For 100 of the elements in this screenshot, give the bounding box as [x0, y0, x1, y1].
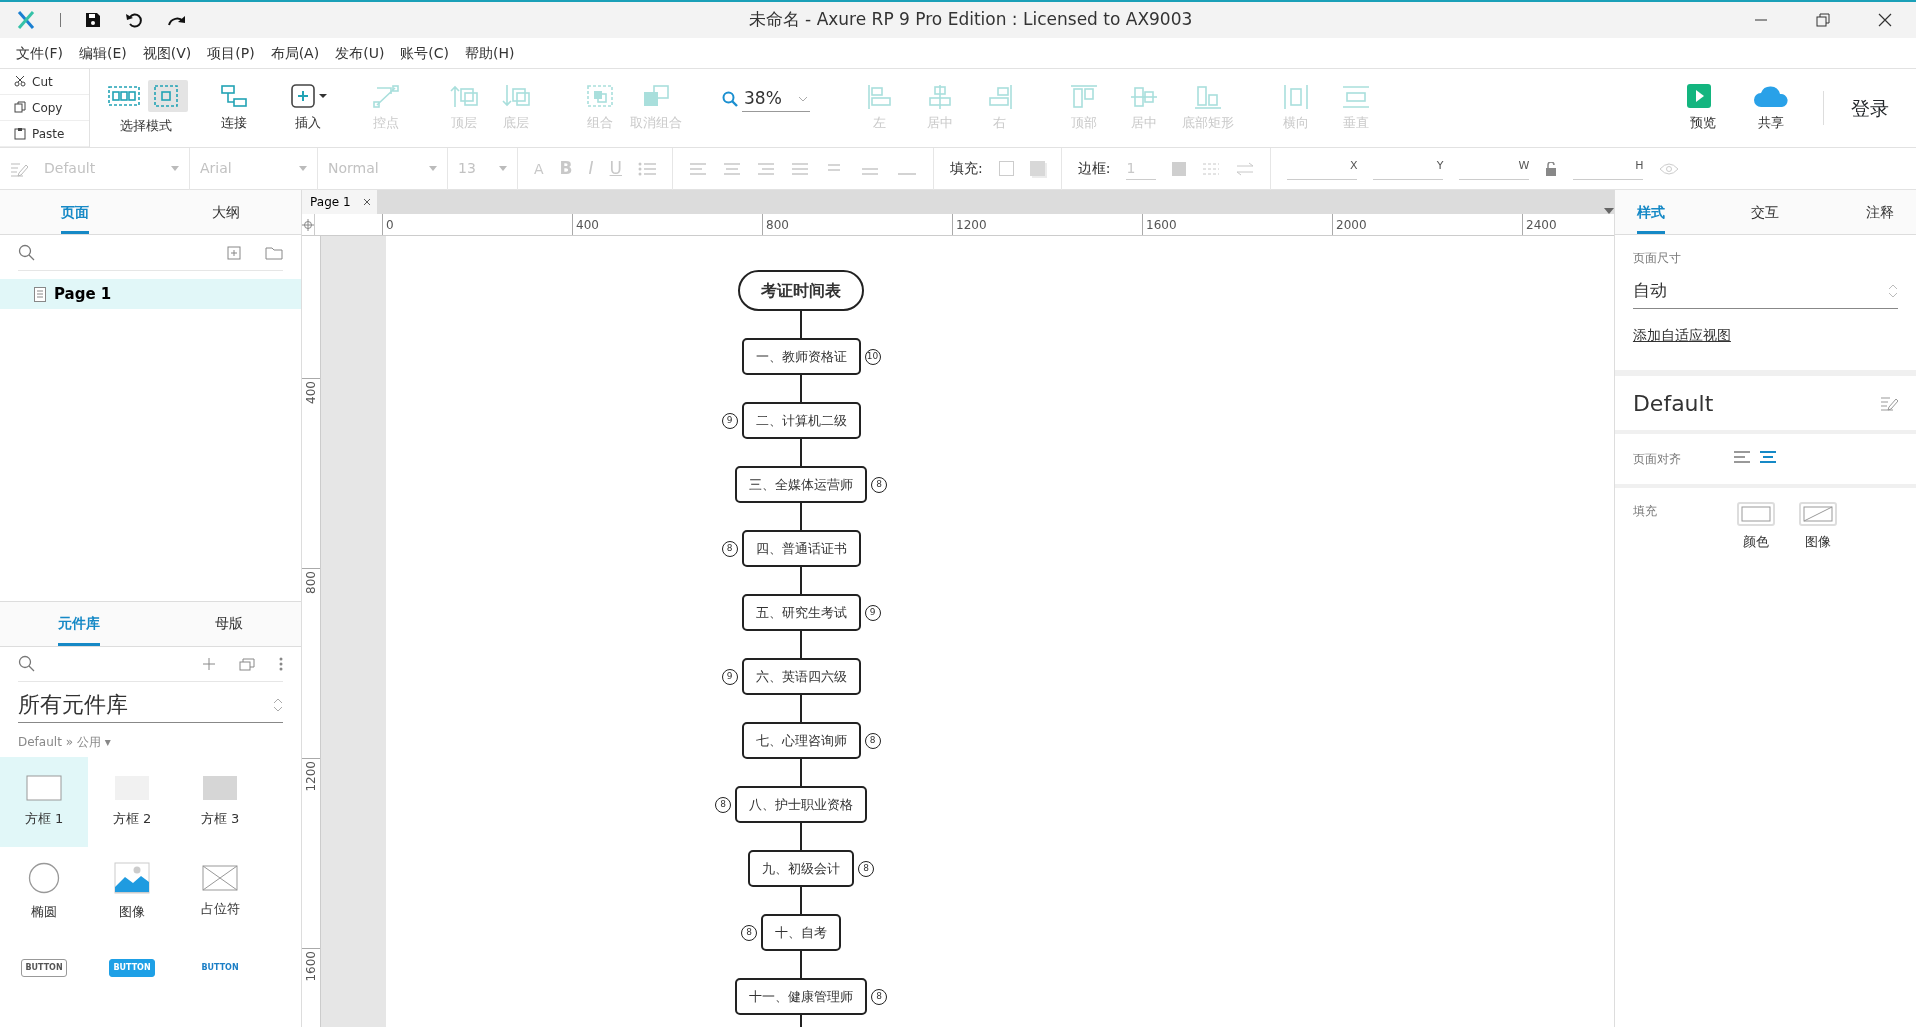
- align-center-button[interactable]: [1758, 450, 1777, 464]
- share-button[interactable]: 共享: [1749, 83, 1793, 133]
- flowchart-node: 八、护士职业资格: [735, 786, 868, 823]
- select-mode-option[interactable]: [148, 80, 188, 113]
- caret-icon: [299, 166, 307, 171]
- text-align-center-icon[interactable]: [723, 160, 741, 177]
- panel-tab[interactable]: 样式: [1618, 190, 1683, 234]
- insert-button[interactable]: 插入: [286, 83, 330, 133]
- folder-icon[interactable]: [265, 245, 284, 260]
- paste-button[interactable]: Paste: [0, 121, 89, 147]
- geometry-field[interactable]: Y: [1373, 157, 1444, 180]
- text-justify-icon[interactable]: [791, 160, 809, 177]
- widget-item[interactable]: 方框 1: [0, 757, 88, 847]
- crosshair-icon: [302, 218, 315, 231]
- flowchart-node: 一、教师资格证: [741, 338, 861, 375]
- library-dropdown[interactable]: 所有元件库: [18, 687, 284, 723]
- widget-item[interactable]: BUTTON: [0, 937, 88, 1027]
- widget-item[interactable]: BUTTON: [176, 937, 264, 1027]
- align-top-icon: [1068, 83, 1099, 110]
- fill-color-swatch[interactable]: [998, 161, 1014, 176]
- restore-icon[interactable]: [1816, 13, 1830, 27]
- cut-button[interactable]: Cut: [0, 69, 89, 95]
- menu-item[interactable]: 账号(C): [400, 42, 450, 64]
- page-icon: [34, 286, 46, 302]
- flowchart-node: 四、普通话证书: [741, 530, 861, 567]
- shadow-swatch[interactable]: [1029, 161, 1045, 176]
- border-color-swatch[interactable]: [1172, 161, 1187, 176]
- widget-item[interactable]: 椭圆: [0, 847, 88, 937]
- widget-item[interactable]: 方框 2: [88, 757, 176, 847]
- rectangle-icon: [202, 775, 238, 802]
- text-align-right-icon[interactable]: [757, 160, 775, 177]
- geometry-field[interactable]: W: [1459, 157, 1530, 180]
- search-icon[interactable]: [18, 654, 36, 673]
- ruler-label: 1600: [303, 950, 320, 982]
- menu-item[interactable]: 布局(A): [270, 42, 320, 64]
- widget-item[interactable]: 图像: [88, 847, 176, 937]
- flowchart-node: 九、初级会计: [748, 850, 855, 887]
- menu-item[interactable]: 帮助(H): [465, 42, 515, 64]
- border-label: 边框:: [1077, 159, 1111, 178]
- button-preview: BUTTON: [21, 959, 67, 977]
- fill-color-button[interactable]: 颜色: [1736, 502, 1775, 550]
- add-icon[interactable]: [203, 657, 216, 670]
- save-icon[interactable]: [85, 12, 101, 28]
- connect-button[interactable]: 连接: [212, 83, 256, 133]
- number-badge: 8: [864, 732, 881, 749]
- login-button[interactable]: 登录: [1850, 92, 1890, 124]
- menu-item[interactable]: 项目(P): [207, 42, 255, 64]
- number-badge: 8: [741, 924, 758, 941]
- add-page-icon[interactable]: [227, 245, 242, 260]
- widget-item[interactable]: 占位符: [176, 847, 264, 937]
- page-size-dropdown[interactable]: 自动: [1632, 273, 1898, 309]
- copy-button[interactable]: Copy: [0, 95, 89, 121]
- number-badge: 8: [721, 540, 738, 557]
- panel-tab[interactable]: 注释: [1848, 190, 1912, 234]
- preview-button[interactable]: 预览: [1681, 83, 1725, 133]
- button-preview: BUTTON: [109, 959, 155, 977]
- page-tab[interactable]: Page 1: [302, 190, 377, 214]
- edit-style-icon[interactable]: [1880, 395, 1898, 411]
- bullet-list-icon[interactable]: [638, 160, 656, 177]
- panel-tab[interactable]: 页面: [43, 190, 108, 234]
- panel-tab[interactable]: 母版: [197, 601, 262, 646]
- lock-icon[interactable]: [1545, 161, 1558, 176]
- panel-tab[interactable]: 元件库: [39, 601, 118, 646]
- menu-item[interactable]: 编辑(E): [79, 42, 127, 64]
- widget-item[interactable]: 方框 3: [176, 757, 264, 847]
- panel-tab[interactable]: 大纲: [193, 190, 258, 234]
- menu-item[interactable]: 视图(V): [142, 42, 192, 64]
- redo-icon[interactable]: [167, 13, 187, 27]
- connector-line: [800, 439, 803, 466]
- ruler-label: 400: [303, 380, 320, 404]
- line-style-icon[interactable]: [1202, 161, 1221, 176]
- visibility-icon[interactable]: [1659, 162, 1680, 175]
- fill-image-button[interactable]: 图像: [1798, 502, 1837, 550]
- close-icon[interactable]: [1878, 13, 1892, 27]
- dropdown-arrow-icon[interactable]: [1603, 208, 1614, 214]
- number-badge: 9: [721, 412, 738, 429]
- flowchart-node: 十一、健康管理师: [735, 978, 868, 1015]
- menu-item[interactable]: 发布(U): [335, 42, 385, 64]
- add-adaptive-view-link[interactable]: 添加自适应视图: [1632, 325, 1731, 346]
- zoom-dropdown[interactable]: 38%: [742, 85, 810, 113]
- connector-line: [800, 311, 803, 338]
- number-badge: 8: [871, 476, 888, 493]
- placeholder-icon: [202, 865, 238, 892]
- menu-item[interactable]: 文件(F): [16, 42, 63, 64]
- arrow-style-icon[interactable]: [1236, 161, 1255, 176]
- image-icon: [114, 862, 150, 895]
- geometry-field[interactable]: H: [1573, 157, 1644, 180]
- panel-tab[interactable]: 交互: [1733, 190, 1798, 234]
- page-item[interactable]: Page 1: [0, 279, 302, 309]
- undo-icon[interactable]: [125, 12, 143, 28]
- geometry-field[interactable]: X: [1287, 157, 1358, 180]
- search-icon[interactable]: [18, 243, 36, 262]
- chevron-icon: [797, 95, 808, 102]
- copy-icon[interactable]: [239, 656, 256, 671]
- more-icon[interactable]: [279, 656, 284, 671]
- ruler-label: 1200: [303, 760, 320, 792]
- library-breadcrumb[interactable]: Default » 公用 ▾: [18, 733, 284, 751]
- text-align-left-icon[interactable]: [689, 160, 707, 177]
- align-left-button[interactable]: [1732, 450, 1751, 464]
- number-badge: 9: [721, 668, 738, 685]
